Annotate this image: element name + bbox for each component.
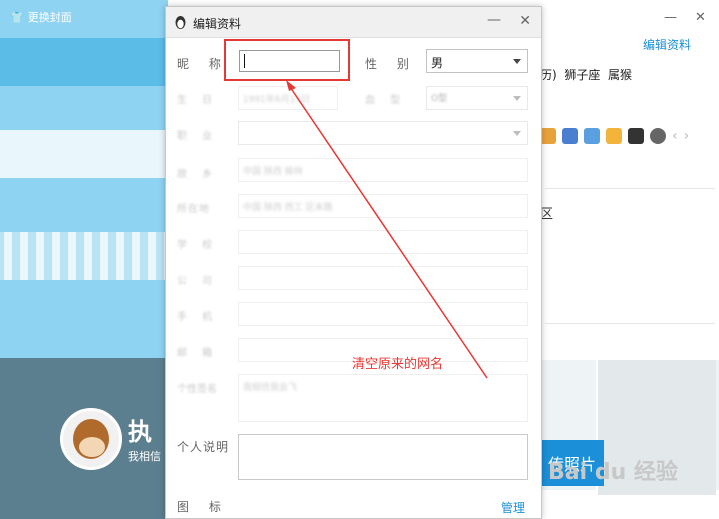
annotation-text: 清空原来的网名 xyxy=(352,357,444,372)
annotation-arrow xyxy=(286,80,488,379)
